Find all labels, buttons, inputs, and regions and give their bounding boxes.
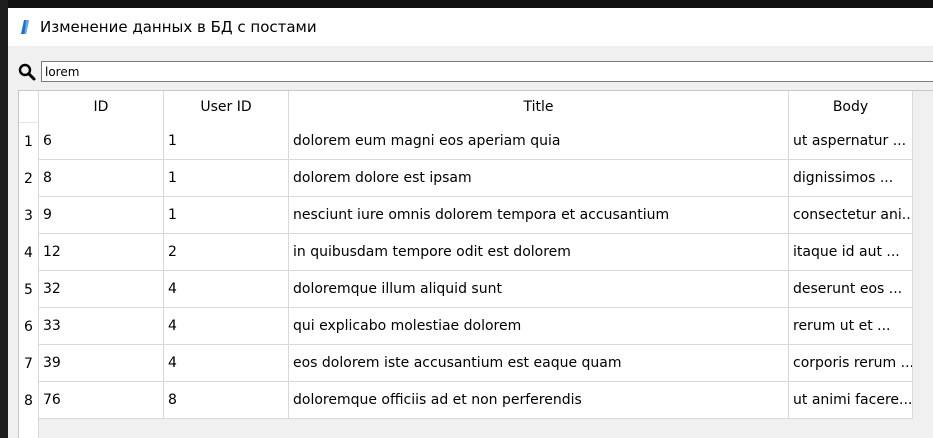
row-header[interactable]: 8 <box>19 382 39 419</box>
table-empty-area <box>39 419 933 438</box>
table-corner-button[interactable] <box>19 91 39 123</box>
cell-body[interactable]: ut animi facere... <box>789 382 913 419</box>
cell-title[interactable]: doloremque illum aliquid sunt <box>289 271 789 308</box>
search-icon <box>18 63 36 81</box>
cell-id[interactable]: 9 <box>39 197 164 234</box>
cell-title[interactable]: in quibusdam tempore odit est dolorem <box>289 234 789 271</box>
cell-id[interactable]: 6 <box>39 123 164 160</box>
background-top <box>0 0 933 8</box>
cell-title[interactable]: eos dolorem iste accusantium est eaque q… <box>289 345 789 382</box>
header-id[interactable]: ID <box>39 91 164 123</box>
cell-body[interactable]: deserunt eos ... <box>789 271 913 308</box>
cell-id[interactable]: 12 <box>39 234 164 271</box>
row-header[interactable]: 2 <box>19 160 39 197</box>
cell-id[interactable]: 39 <box>39 345 164 382</box>
cell-id[interactable]: 76 <box>39 382 164 419</box>
header-title[interactable]: Title <box>289 91 789 123</box>
row-header[interactable]: 6 <box>19 308 39 345</box>
cell-body[interactable]: consectetur ani... <box>789 197 913 234</box>
search-input[interactable] <box>41 61 933 82</box>
row-header[interactable]: 5 <box>19 271 39 308</box>
header-body[interactable]: Body <box>789 91 913 123</box>
search-bar <box>8 58 933 86</box>
cell-title[interactable]: nesciunt iure omnis dolorem tempora et a… <box>289 197 789 234</box>
cell-title[interactable]: doloremque officiis ad et non perferendi… <box>289 382 789 419</box>
row-header[interactable]: 4 <box>19 234 39 271</box>
cell-user-id[interactable]: 4 <box>164 271 289 308</box>
cell-body[interactable]: corporis rerum ... <box>789 345 913 382</box>
cell-body[interactable]: itaque id aut ... <box>789 234 913 271</box>
cell-body[interactable]: dignissimos ... <box>789 160 913 197</box>
posts-table: ID User ID Title Body 1 6 1 dolorem eum magni e… <box>18 90 933 438</box>
header-user-id[interactable]: User ID <box>164 91 289 123</box>
window-title: Изменение данных в БД с постами <box>40 18 317 36</box>
cell-user-id[interactable]: 1 <box>164 123 289 160</box>
cell-title[interactable]: dolorem eum magni eos aperiam quia <box>289 123 789 160</box>
app-icon <box>21 20 29 34</box>
cell-id[interactable]: 8 <box>39 160 164 197</box>
cell-title[interactable]: qui explicabo molestiae dolorem <box>289 308 789 345</box>
app-window: Изменение данных в БД с постами IDUser I… <box>8 8 933 438</box>
cell-user-id[interactable]: 8 <box>164 382 289 419</box>
title-bar[interactable]: Изменение данных в БД с постами <box>8 8 933 46</box>
row-header-gutter <box>19 419 39 438</box>
row-header[interactable]: 3 <box>19 197 39 234</box>
background-left <box>0 0 8 438</box>
cell-user-id[interactable]: 1 <box>164 160 289 197</box>
cell-body[interactable]: ut aspernatur ... <box>789 123 913 160</box>
cell-user-id[interactable]: 4 <box>164 308 289 345</box>
row-header[interactable]: 1 <box>19 123 39 160</box>
cell-user-id[interactable]: 2 <box>164 234 289 271</box>
cell-id[interactable]: 33 <box>39 308 164 345</box>
cell-id[interactable]: 32 <box>39 271 164 308</box>
cell-title[interactable]: dolorem dolore est ipsam <box>289 160 789 197</box>
cell-body[interactable]: rerum ut et ... <box>789 308 913 345</box>
row-header[interactable]: 7 <box>19 345 39 382</box>
table-empty-right <box>913 91 933 438</box>
cell-user-id[interactable]: 4 <box>164 345 289 382</box>
cell-user-id[interactable]: 1 <box>164 197 289 234</box>
